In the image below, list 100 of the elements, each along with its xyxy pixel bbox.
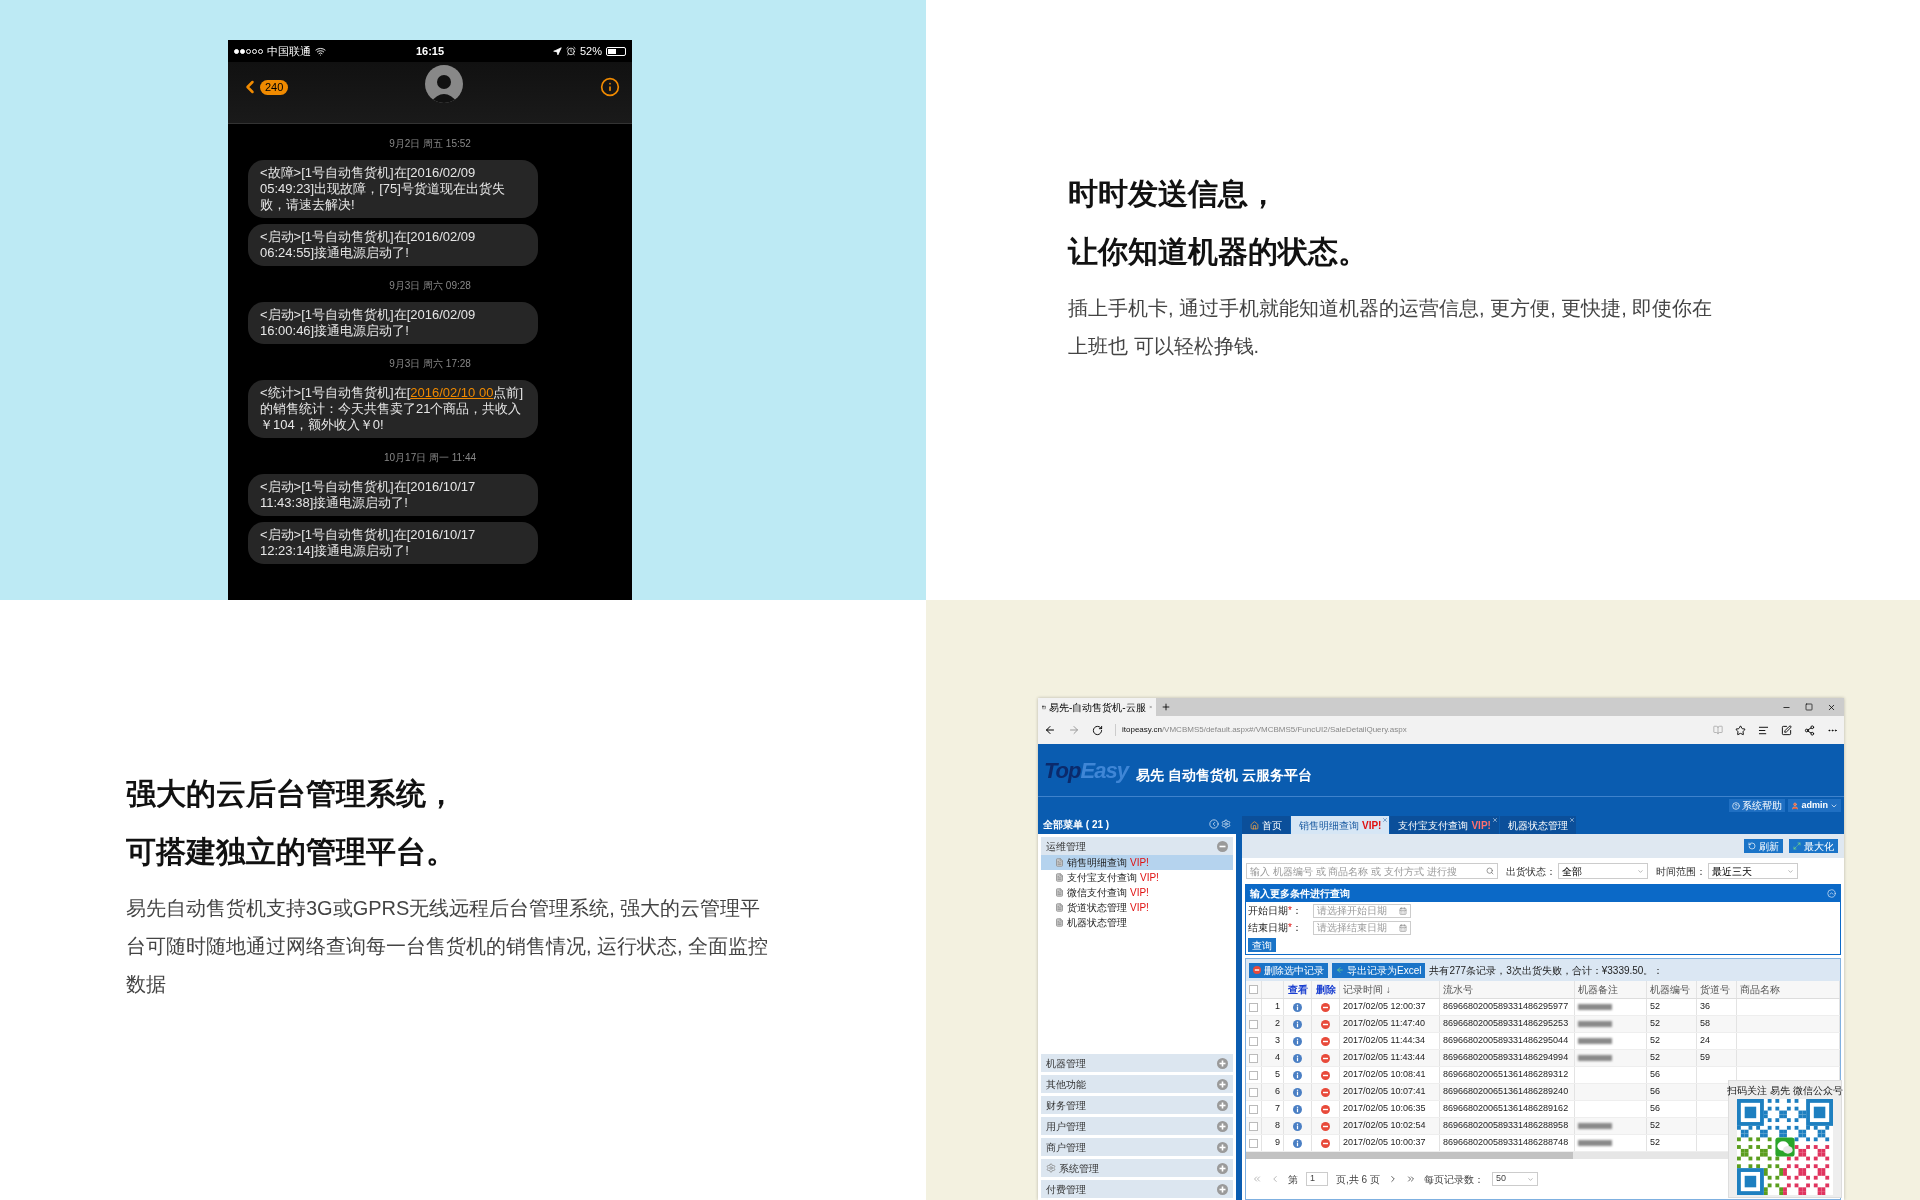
info-icon[interactable] [1293, 1104, 1302, 1114]
sidebar-section[interactable]: 系统管理 [1041, 1159, 1233, 1177]
filter-select[interactable]: 最近三天 [1708, 863, 1798, 879]
info-icon[interactable] [600, 77, 620, 97]
info-icon[interactable] [1293, 1053, 1302, 1063]
export-button[interactable]: 导出记录为Excel [1332, 962, 1426, 978]
row-checkbox[interactable] [1249, 1087, 1258, 1097]
sidebar-item[interactable]: 货道状态管理 VIP! [1041, 900, 1233, 915]
delete-icon[interactable] [1321, 1019, 1330, 1029]
row-checkbox[interactable] [1249, 1036, 1258, 1046]
message-link[interactable]: 2016/02/10 00 [410, 385, 494, 400]
maximize-icon[interactable] [1805, 703, 1813, 711]
settings-icon[interactable] [1221, 819, 1231, 829]
row-number: 2 [1275, 1017, 1280, 1031]
delete-icon[interactable] [1321, 1138, 1330, 1148]
close-tab-icon[interactable] [1491, 817, 1498, 823]
table-cell: 8696680200589331486295044 [1443, 1034, 1569, 1048]
expand-icon[interactable] [1217, 1141, 1228, 1153]
info-icon[interactable] [1293, 1087, 1302, 1097]
delete-icon[interactable] [1321, 1087, 1330, 1097]
column-header[interactable]: 货道号 [1700, 982, 1730, 997]
select-all-checkbox[interactable] [1249, 985, 1258, 994]
row-checkbox[interactable] [1249, 1104, 1258, 1114]
delete-icon[interactable] [1321, 1070, 1330, 1080]
query-button[interactable]: 查询 [1248, 938, 1276, 952]
refresh-button[interactable]: 刷新 [1744, 839, 1783, 853]
refresh-icon[interactable] [1092, 724, 1103, 736]
expand-icon[interactable] [1217, 1183, 1228, 1195]
column-header[interactable]: 商品名称 [1740, 982, 1780, 997]
delete-icon[interactable] [1321, 1121, 1330, 1131]
caret-icon [1787, 867, 1794, 875]
expand-icon[interactable] [1217, 1120, 1228, 1132]
row-checkbox[interactable] [1249, 1121, 1258, 1131]
sidebar-item[interactable]: 微信支付查询 VIP! [1041, 885, 1233, 900]
close-tab-icon[interactable] [1382, 817, 1389, 823]
page-tab[interactable]: 支付宝支付查询 VIP! [1390, 816, 1499, 834]
help-button[interactable]: 系统帮助 [1729, 799, 1786, 812]
column-header[interactable]: 查看 [1287, 982, 1308, 997]
delete-selected-button[interactable]: 删除选中记录 [1249, 962, 1328, 978]
row-checkbox[interactable] [1249, 1002, 1258, 1012]
row-number: 5 [1275, 1068, 1280, 1082]
info-icon[interactable] [1293, 1002, 1302, 1012]
new-tab-icon[interactable] [1161, 702, 1171, 712]
arrow-icon [1336, 966, 1344, 974]
share-icon[interactable] [1804, 724, 1815, 736]
expand-icon[interactable] [1217, 1057, 1228, 1069]
back-button[interactable]: 240 [240, 77, 289, 97]
column-header[interactable]: 机器备注 [1578, 982, 1618, 997]
page-number-field[interactable]: 1 [1306, 1172, 1328, 1186]
collapse-icon[interactable] [1217, 840, 1228, 852]
column-header[interactable]: 机器编号 [1650, 982, 1690, 997]
column-header[interactable]: 删除 [1315, 982, 1336, 997]
close-icon[interactable] [1827, 703, 1836, 712]
row-checkbox[interactable] [1249, 1019, 1258, 1029]
expand-icon[interactable] [1217, 1099, 1228, 1111]
sidebar-item[interactable]: 机器状态管理 [1041, 915, 1233, 930]
per-page-select[interactable]: 50 [1491, 1172, 1538, 1186]
browser-tab[interactable]: 易先-自动售货机-云服 [1038, 698, 1156, 716]
sidebar-item[interactable]: 销售明细查询 VIP! [1041, 855, 1233, 870]
info-icon[interactable] [1293, 1036, 1302, 1046]
favorite-icon[interactable] [1735, 724, 1746, 736]
sidebar-section[interactable]: 商户管理 [1041, 1138, 1233, 1156]
note-icon[interactable] [1781, 724, 1792, 736]
page-tab[interactable]: 首页 [1242, 816, 1290, 834]
column-header[interactable]: 记录时间 ↓ [1343, 982, 1391, 997]
sidebar-item[interactable]: 支付宝支付查询 VIP! [1041, 870, 1233, 885]
page-tab[interactable]: 销售明细查询 VIP! [1291, 816, 1390, 834]
delete-icon[interactable] [1321, 1053, 1330, 1063]
expand-icon[interactable] [1217, 1162, 1228, 1174]
column-header[interactable]: 流水号 [1443, 982, 1473, 997]
sidebar-section[interactable]: 财务管理 [1041, 1096, 1233, 1114]
collapse-sidebar-icon[interactable] [1209, 819, 1219, 829]
row-checkbox[interactable] [1249, 1053, 1258, 1063]
hub-icon[interactable] [1758, 724, 1769, 736]
filter-select[interactable]: 全部 [1558, 863, 1648, 879]
delete-icon[interactable] [1321, 1104, 1330, 1114]
info-icon[interactable] [1293, 1138, 1302, 1148]
forward-icon[interactable] [1068, 724, 1080, 736]
delete-icon[interactable] [1321, 1036, 1330, 1046]
collapse-icon[interactable] [1827, 889, 1836, 898]
row-checkbox[interactable] [1249, 1138, 1258, 1148]
info-icon[interactable] [1293, 1070, 1302, 1080]
calendar-icon [1399, 906, 1407, 915]
last-page-icon[interactable] [1405, 1174, 1416, 1184]
maximize-button[interactable]: 最大化 [1789, 839, 1838, 853]
sidebar-section[interactable]: 运维管理 [1041, 837, 1233, 855]
user-menu[interactable]: admin [1788, 799, 1841, 812]
sidebar-section[interactable]: 机器管理 [1041, 1054, 1233, 1072]
info-icon[interactable] [1293, 1019, 1302, 1029]
info-icon[interactable] [1293, 1121, 1302, 1131]
sidebar-section[interactable]: 用户管理 [1041, 1117, 1233, 1135]
reading-view-icon[interactable] [1713, 725, 1723, 735]
delete-icon[interactable] [1321, 1002, 1330, 1012]
sidebar-section[interactable]: 付费管理 [1041, 1180, 1233, 1198]
page-tab[interactable]: 机器状态管理 [1499, 816, 1576, 834]
back-icon[interactable] [1044, 724, 1056, 736]
close-tab-icon[interactable] [1568, 817, 1575, 823]
sidebar-section[interactable]: 其他功能 [1041, 1075, 1233, 1093]
expand-icon[interactable] [1217, 1078, 1228, 1090]
row-checkbox[interactable] [1249, 1070, 1258, 1080]
